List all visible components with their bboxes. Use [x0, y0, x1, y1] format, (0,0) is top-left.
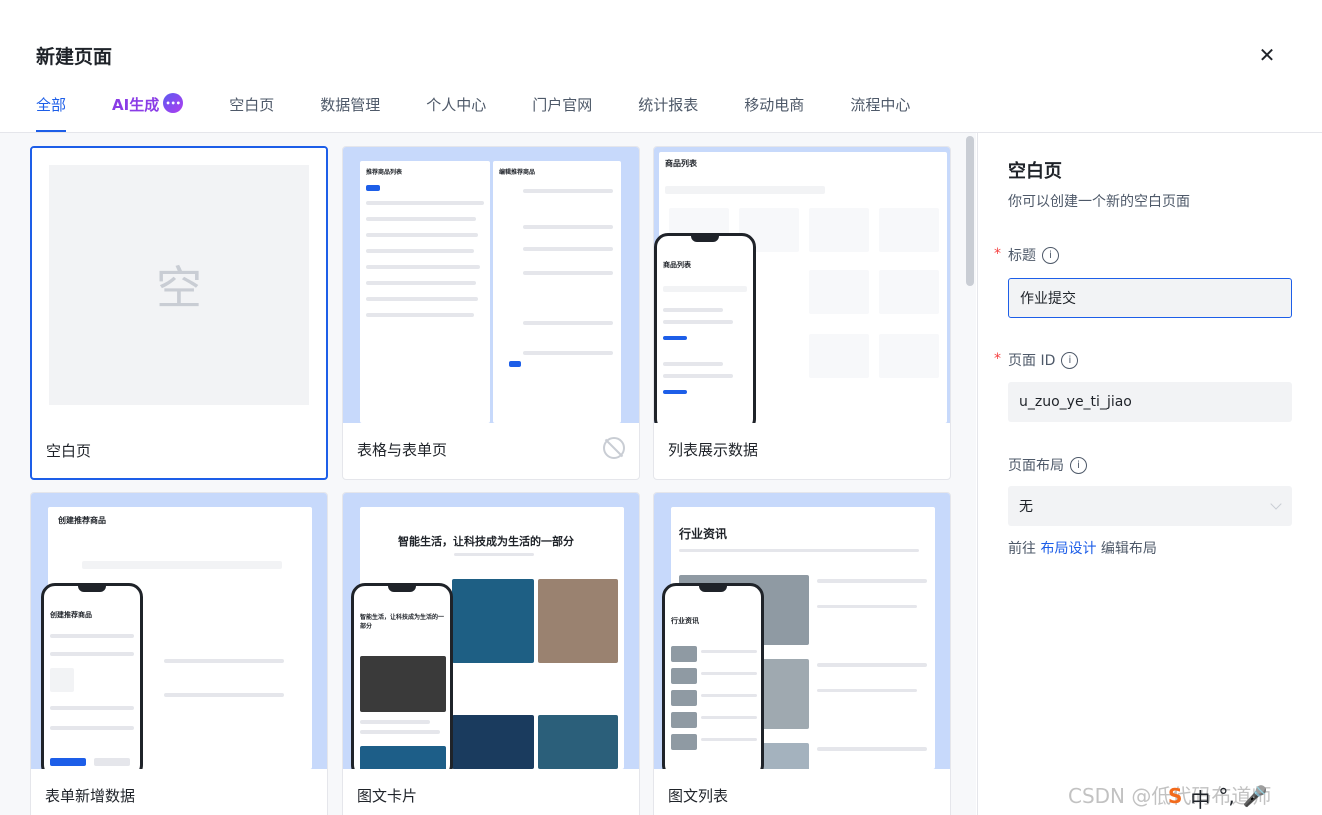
mock-form-page: 编辑推荐商品: [493, 161, 621, 423]
info-icon[interactable]: i: [1070, 456, 1087, 474]
template-thumbnail: 商品列表 商品列表: [654, 147, 950, 423]
layout-hint: 前往 布局设计 编辑布局: [1008, 538, 1157, 558]
mock-phone: 商品列表: [654, 233, 756, 423]
template-label: 表格与表单页: [357, 441, 448, 459]
mock-phone-title: 智能生活，让科技成为生活的一部分: [360, 614, 445, 630]
template-card-blank[interactable]: 空 空白页: [30, 146, 328, 480]
template-card-table-form[interactable]: 推荐商品列表 编辑推荐商品 表格与表单页: [342, 146, 640, 480]
template-label: 空白页: [46, 442, 92, 460]
template-card-image-cards[interactable]: 智能生活，让科技成为生活的一部分 智能生活，让科技成为生活的一部分 图文卡片: [342, 492, 640, 815]
page-id-label-text: 页面 ID: [1008, 353, 1056, 369]
template-grid: 空 空白页 推荐商品列表 编辑推荐商品 表格与表单页 商品列表 商品列表 列表展…: [0, 133, 976, 815]
template-label: 图文卡片: [357, 787, 418, 805]
tab-ai-label: AI生成: [112, 96, 160, 114]
tab-statistics[interactable]: 统计报表: [638, 94, 698, 132]
required-mark: *: [994, 351, 1001, 367]
mock-title-2: 编辑推荐商品: [499, 169, 536, 176]
ime-toolbar: S 中 °, 🎤: [1168, 784, 1268, 813]
template-thumbnail: 创建推荐商品 创建推荐商品: [31, 493, 327, 769]
template-detail-panel: 空白页 你可以创建一个新的空白页面 * 标题 i 作业提交 * 页面 ID i …: [977, 133, 1322, 815]
page-id-field-label: * 页面 ID i: [994, 350, 1079, 370]
chevron-down-icon: [1270, 498, 1282, 510]
template-thumbnail: 智能生活，让科技成为生活的一部分 智能生活，让科技成为生活的一部分: [343, 493, 639, 769]
tab-mobile-ecommerce[interactable]: 移动电商: [744, 94, 804, 132]
info-icon[interactable]: i: [1061, 351, 1079, 369]
mock-phone: 行业资讯: [662, 583, 764, 769]
tab-process-center[interactable]: 流程中心: [850, 94, 910, 132]
blank-placeholder: 空: [49, 165, 309, 405]
required-mark: *: [994, 246, 1001, 262]
template-thumbnail: 空: [32, 148, 326, 424]
page-id-input[interactable]: u_zuo_ye_ti_jiao: [1008, 382, 1292, 422]
layout-label-text: 页面布局: [1008, 458, 1064, 474]
close-icon[interactable]: ✕: [1254, 42, 1280, 68]
layout-design-link[interactable]: 布局设计: [1040, 541, 1096, 557]
tab-portal[interactable]: 门户官网: [532, 94, 592, 132]
template-label: 图文列表: [668, 787, 729, 805]
mock-title: 创建推荐商品: [58, 516, 106, 525]
category-tabs: 全部 AI生成 空白页 数据管理 个人中心 门户官网 统计报表 移动电商 流程中…: [36, 93, 956, 134]
mock-phone: 创建推荐商品: [41, 583, 143, 769]
mock-table-page: 推荐商品列表: [360, 161, 490, 423]
layout-field-label: 页面布局 i: [1008, 455, 1087, 475]
template-thumbnail: 行业资讯 行业资讯: [654, 493, 950, 769]
tab-all[interactable]: 全部: [36, 94, 67, 132]
layout-hint-prefix: 前往: [1008, 541, 1036, 557]
tab-personal-center[interactable]: 个人中心: [426, 94, 486, 132]
layout-select-value: 无: [1019, 499, 1033, 515]
panel-title: 空白页: [1008, 161, 1062, 182]
mock-phone-title: 商品列表: [663, 261, 691, 269]
tab-data-management[interactable]: 数据管理: [320, 94, 380, 132]
tab-blank[interactable]: 空白页: [229, 94, 274, 132]
microphone-icon[interactable]: 🎤: [1243, 784, 1268, 813]
mock-phone: 智能生活，让科技成为生活的一部分: [351, 583, 453, 769]
new-page-dialog: 新建页面 ✕ 全部 AI生成 空白页 数据管理 个人中心 门户官网 统计报表 移…: [0, 0, 1322, 815]
grid-scrollbar[interactable]: [966, 136, 974, 286]
template-thumbnail: 推荐商品列表 编辑推荐商品: [343, 147, 639, 423]
template-card-form-add[interactable]: 创建推荐商品 创建推荐商品 表单新增数据: [30, 492, 328, 815]
preview-hidden-icon[interactable]: [603, 437, 625, 459]
template-label: 表单新增数据: [45, 787, 136, 805]
mock-phone-title: 创建推荐商品: [50, 611, 92, 619]
mock-title: 商品列表: [665, 159, 697, 168]
tab-ai-generate[interactable]: AI生成: [112, 93, 184, 132]
mock-title: 智能生活，让科技成为生活的一部分: [398, 535, 574, 548]
title-label-text: 标题: [1008, 248, 1036, 264]
ime-logo-icon[interactable]: S: [1168, 784, 1182, 813]
ime-mode[interactable]: 中: [1190, 784, 1210, 813]
panel-description: 你可以创建一个新的空白页面: [1008, 194, 1190, 210]
template-card-image-list[interactable]: 行业资讯 行业资讯 图文列表: [653, 492, 951, 815]
title-field-label: * 标题 i: [994, 245, 1059, 265]
template-label: 列表展示数据: [668, 441, 759, 459]
layout-hint-suffix: 编辑布局: [1100, 541, 1157, 557]
ime-punct[interactable]: °,: [1218, 784, 1234, 813]
mock-phone-title: 行业资讯: [671, 617, 699, 625]
title-input[interactable]: 作业提交: [1008, 278, 1292, 318]
mock-title: 行业资讯: [679, 527, 728, 541]
info-icon[interactable]: i: [1042, 246, 1059, 264]
mock-title: 推荐商品列表: [366, 169, 403, 176]
ai-bot-icon: [163, 93, 184, 113]
dialog-title: 新建页面: [36, 46, 113, 68]
layout-select[interactable]: 无: [1008, 486, 1292, 526]
template-card-list-display[interactable]: 商品列表 商品列表 列表展示数据: [653, 146, 951, 480]
